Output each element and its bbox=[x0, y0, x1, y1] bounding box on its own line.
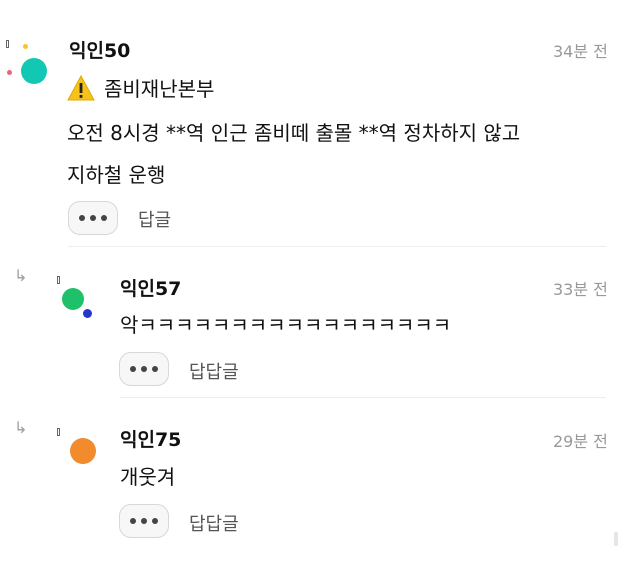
dot-icon bbox=[90, 215, 96, 221]
reply-button[interactable]: 답답글 bbox=[189, 510, 239, 536]
decor-mark bbox=[57, 276, 60, 284]
more-options-button[interactable] bbox=[119, 352, 169, 386]
avatar-dot bbox=[23, 44, 28, 49]
divider bbox=[120, 397, 606, 398]
comment-title: 좀비재난본부 bbox=[104, 77, 215, 101]
author-name[interactable]: 익인50 bbox=[69, 36, 130, 63]
comment-body: 개웃겨 bbox=[120, 465, 176, 489]
comment-body-line: 지하철 운행 bbox=[67, 163, 166, 187]
reply-arrow-icon: ↳ bbox=[14, 418, 28, 437]
reply-arrow-icon: ↳ bbox=[14, 266, 28, 285]
more-options-button[interactable] bbox=[119, 504, 169, 538]
dot-icon bbox=[141, 518, 147, 524]
decor-mark bbox=[57, 428, 60, 436]
avatar[interactable] bbox=[62, 288, 84, 310]
dot-icon bbox=[79, 215, 85, 221]
warning-icon bbox=[67, 75, 95, 101]
dot-icon bbox=[130, 518, 136, 524]
timestamp: 33분 전 bbox=[553, 280, 608, 299]
dot-icon bbox=[130, 366, 136, 372]
dot-icon bbox=[101, 215, 107, 221]
author-name[interactable]: 익인75 bbox=[120, 425, 181, 452]
dot-icon bbox=[141, 366, 147, 372]
comment-body-line: 오전 8시경 **역 인근 좀비떼 출몰 **역 정차하지 않고 bbox=[67, 121, 521, 145]
avatar[interactable] bbox=[21, 58, 47, 84]
reply-button[interactable]: 답답글 bbox=[189, 358, 239, 384]
avatar[interactable] bbox=[70, 438, 96, 464]
scrollbar[interactable] bbox=[614, 532, 618, 546]
divider bbox=[68, 246, 606, 247]
more-options-button[interactable] bbox=[68, 201, 118, 235]
timestamp: 29분 전 bbox=[553, 432, 608, 451]
author-name[interactable]: 익인57 bbox=[120, 274, 181, 301]
comment-body: 악ㅋㅋㅋㅋㅋㅋㅋㅋㅋㅋㅋㅋㅋㅋㅋㅋㅋ bbox=[120, 313, 452, 337]
avatar-dot bbox=[83, 309, 92, 318]
dot-icon bbox=[152, 366, 158, 372]
avatar-dot bbox=[7, 70, 12, 75]
decor-mark bbox=[6, 40, 9, 48]
dot-icon bbox=[152, 518, 158, 524]
reply-button[interactable]: 답글 bbox=[138, 206, 171, 232]
timestamp: 34분 전 bbox=[553, 42, 608, 61]
